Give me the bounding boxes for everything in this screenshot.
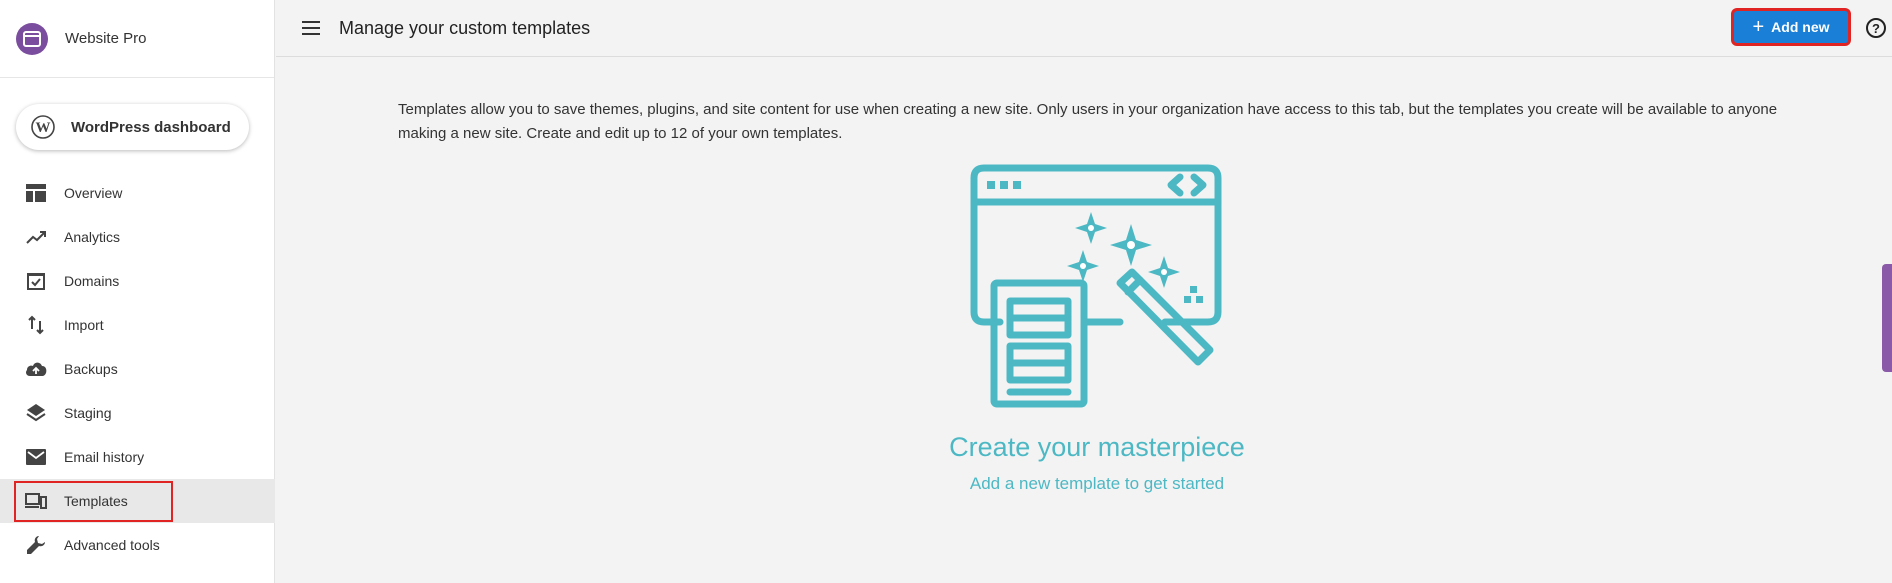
sidebar-item-overview[interactable]: Overview (0, 171, 275, 215)
sidebar-item-templates[interactable]: Templates (0, 479, 275, 523)
sidebar-item-label: Email history (64, 449, 145, 465)
cloud-upload-icon (25, 358, 47, 380)
devices-icon (25, 490, 47, 512)
sidebar-item-label: Analytics (64, 229, 121, 245)
sidebar-item-domains[interactable]: Domains (0, 259, 275, 303)
svg-text:W: W (36, 120, 51, 136)
sidebar-item-email-history[interactable]: Email history (0, 435, 275, 479)
hamburger-menu-icon[interactable] (300, 17, 322, 39)
import-arrows-icon (25, 314, 47, 336)
layers-icon (25, 402, 47, 424)
brand-header: Website Pro (0, 0, 274, 78)
sidebar-item-advanced-tools[interactable]: Advanced tools (0, 523, 275, 567)
wordpress-dashboard-label: WordPress dashboard (71, 118, 231, 136)
sidebar-item-label: Backups (64, 361, 118, 377)
template-wand-illustration (970, 164, 1222, 408)
empty-state-title: Create your masterpiece (949, 432, 1245, 462)
check-box-icon (25, 270, 47, 292)
page-title: Manage your custom templates (339, 18, 591, 38)
plus-icon: + (1752, 16, 1765, 38)
sidebar-item-staging[interactable]: Staging (0, 391, 275, 435)
sidebar-item-backups[interactable]: Backups (0, 347, 275, 391)
wrench-icon (25, 534, 47, 556)
sidebar-item-label: Import (64, 317, 104, 333)
empty-state-subtitle: Add a new template to get started (969, 474, 1225, 493)
browser-window-icon (16, 22, 48, 55)
wordpress-icon: W (31, 115, 55, 139)
feedback-side-tab[interactable] (1882, 264, 1892, 372)
sidebar-item-label: Domains (64, 273, 120, 289)
templates-description: Templates allow you to save themes, plug… (398, 101, 1778, 142)
email-icon (25, 446, 47, 468)
help-icon[interactable]: ? (1866, 18, 1886, 38)
sidebar: Website Pro W WordPress dashboard Overvi… (0, 0, 275, 583)
sidebar-nav: Overview Analytics Domains Import Backup… (0, 171, 275, 567)
sidebar-item-label: Templates (64, 493, 128, 509)
dashboard-icon (25, 182, 47, 204)
sidebar-item-analytics[interactable]: Analytics (0, 215, 275, 259)
wordpress-dashboard-button[interactable]: W WordPress dashboard (16, 104, 249, 150)
trending-up-icon (25, 226, 47, 248)
brand-name: Website Pro (65, 30, 147, 47)
sidebar-item-label: Overview (64, 185, 123, 201)
sidebar-item-label: Advanced tools (64, 537, 160, 553)
top-bar: Manage your custom templates + Add new ? (276, 0, 1892, 57)
sidebar-item-import[interactable]: Import (0, 303, 275, 347)
add-new-label: Add new (1771, 19, 1830, 35)
sidebar-item-label: Staging (64, 405, 112, 421)
add-new-button[interactable]: + Add new (1734, 11, 1848, 43)
